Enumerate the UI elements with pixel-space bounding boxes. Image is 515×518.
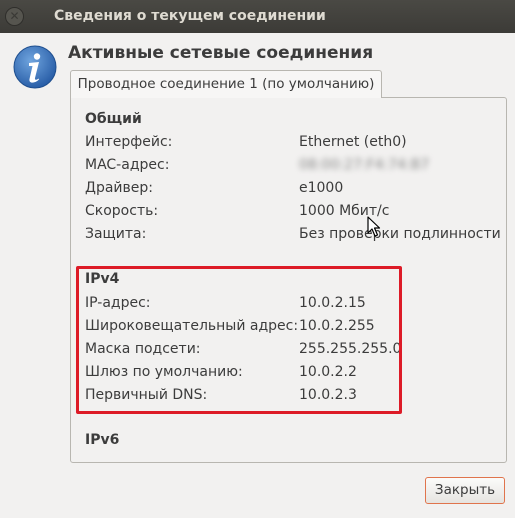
mac-address-label: MAC-адрес:: [85, 157, 170, 173]
driver-label: Драйвер:: [85, 180, 153, 196]
window-title: Сведения о текущем соединении: [54, 8, 326, 24]
page-title: Активные сетевые соединения: [68, 43, 374, 63]
section-title-ipv6: IPv6: [85, 432, 120, 448]
interface-value: Ethernet (eth0): [299, 134, 407, 150]
mac-address-value: 08:00:27:F4:74:B7: [299, 157, 430, 173]
driver-value: e1000: [299, 180, 344, 196]
interface-label: Интерфейс:: [85, 134, 173, 150]
info-icon: [13, 45, 57, 89]
speed-label: Скорость:: [85, 203, 159, 219]
window-close-button[interactable]: ✕: [5, 7, 24, 26]
ipv4-highlight-box: [76, 266, 402, 414]
security-label: Защита:: [85, 226, 147, 242]
tab-wired-connection-1[interactable]: Проводное соединение 1 (по умолчанию): [70, 70, 382, 98]
close-button[interactable]: Закрыть: [425, 477, 505, 504]
mouse-pointer-icon: [367, 216, 381, 237]
window-titlebar: ✕ Сведения о текущем соединении: [0, 0, 515, 33]
security-value: Без проверки подлинности: [299, 226, 501, 242]
section-title-general: Общий: [85, 111, 142, 127]
close-icon: ✕: [9, 9, 20, 23]
